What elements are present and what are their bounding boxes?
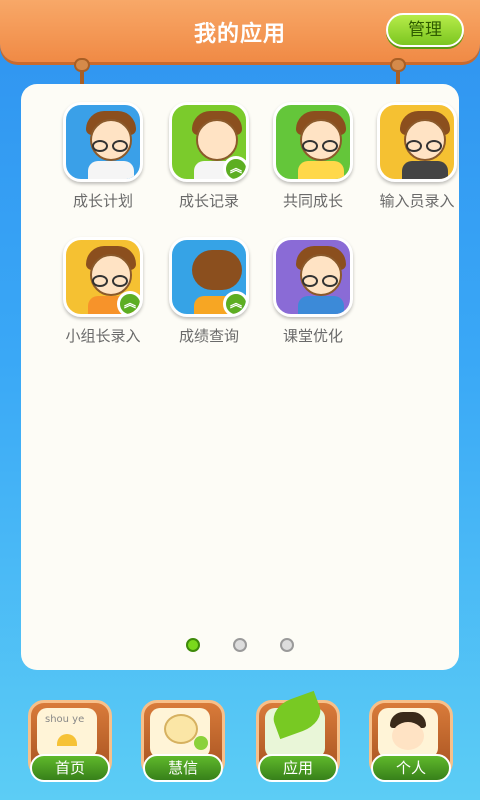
score-query-icon: ︽ (169, 237, 249, 317)
grow-together-icon (273, 102, 353, 182)
chevron-up-icon: ︽ (223, 291, 246, 314)
chevron-up-icon: ︽ (117, 291, 140, 314)
manage-button[interactable]: 管理 (386, 13, 464, 47)
leaf-icon (265, 690, 326, 758)
app-input-entry[interactable]: 输入员录入 (367, 102, 467, 211)
app-grow-together[interactable]: 共同成长 (263, 102, 363, 211)
app-label: 成长记录 (178, 192, 239, 210)
input-entry-icon (377, 102, 457, 182)
nav-label: 慧信 (143, 754, 223, 782)
app-label: 输入员录入 (379, 192, 455, 210)
app-label: 共同成长 (282, 192, 343, 210)
chat-bubble-icon (150, 708, 210, 758)
nav-personal[interactable]: 个人 (369, 700, 453, 784)
nav-apps[interactable]: 应用 (256, 690, 340, 784)
nav-label: 首页 (30, 754, 110, 782)
app-score-query[interactable]: ︽ 成绩查询 (159, 237, 259, 346)
person-icon (378, 708, 438, 758)
apps-panel: 成长计划 ︽ 成长记录 共同成长 输入员录入 ︽ 小组长录入 ︽ 成绩查询 课堂… (21, 84, 459, 670)
app-label: 成长计划 (72, 192, 133, 210)
growth-record-icon: ︽ (169, 102, 249, 182)
group-leader-entry-icon: ︽ (63, 237, 143, 317)
growth-plan-icon (63, 102, 143, 182)
nav-huixin[interactable]: 慧信 (141, 700, 225, 784)
app-growth-record[interactable]: ︽ 成长记录 (159, 102, 259, 211)
app-header: 我的应用 管理 (0, 0, 480, 62)
page-indicator (21, 637, 459, 656)
app-group-leader-entry[interactable]: ︽ 小组长录入 (53, 237, 153, 346)
app-label: 成绩查询 (178, 327, 239, 345)
app-label: 课堂优化 (282, 327, 343, 345)
nav-label: 应用 (258, 754, 338, 782)
page-dot-3[interactable] (280, 638, 295, 652)
page-dot-1[interactable] (185, 638, 200, 652)
app-label: 小组长录入 (65, 327, 141, 345)
rope-left-decoration (74, 58, 90, 84)
home-book-icon: shou ye (37, 708, 97, 758)
page-dot-2[interactable] (233, 638, 247, 652)
class-optimize-icon (273, 237, 353, 317)
nav-home[interactable]: shou ye 首页 (28, 700, 112, 784)
chevron-up-icon: ︽ (223, 156, 246, 179)
rope-right-decoration (390, 58, 406, 84)
app-class-optimize[interactable]: 课堂优化 (263, 237, 363, 346)
app-growth-plan[interactable]: 成长计划 (53, 102, 153, 211)
nav-label: 个人 (371, 754, 451, 782)
